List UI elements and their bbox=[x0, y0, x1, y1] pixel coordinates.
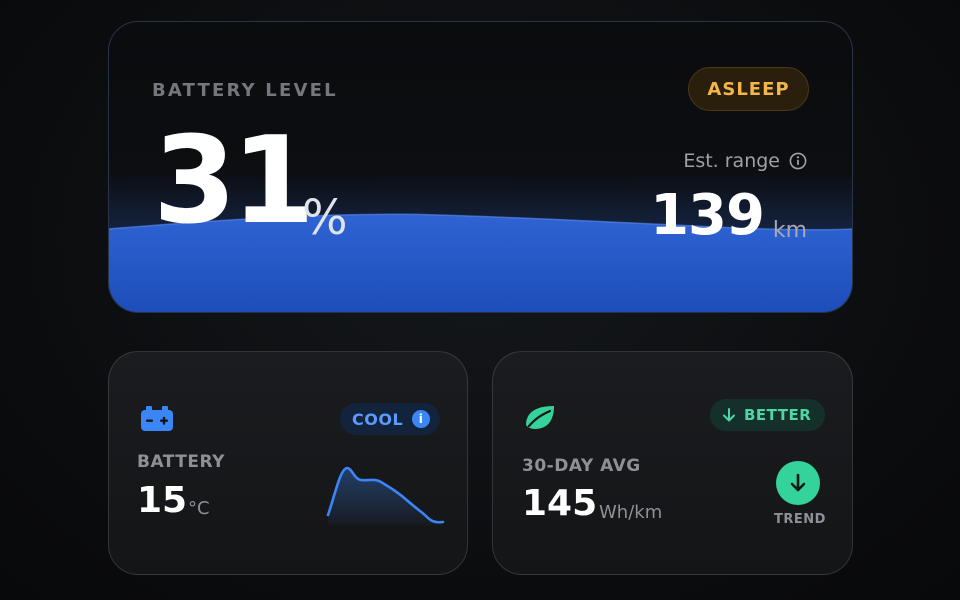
info-icon[interactable]: i bbox=[412, 410, 430, 428]
trend-button[interactable] bbox=[776, 461, 820, 505]
battery-level-label: BATTERY LEVEL bbox=[152, 80, 338, 101]
arrow-down-icon bbox=[723, 408, 735, 422]
battery-temp-unit: °C bbox=[188, 498, 210, 519]
est-range-value: 139 bbox=[650, 183, 765, 248]
efficiency-card: BETTER 30-DAY AVG 145 Wh/km TREND bbox=[492, 351, 853, 575]
status-badge-asleep: ASLEEP bbox=[688, 67, 809, 111]
trend-label: TREND bbox=[774, 512, 826, 527]
battery-temperature-card: COOL i BATTERY 15 °C bbox=[108, 351, 468, 575]
est-range-label: Est. range bbox=[683, 150, 780, 172]
efficiency-unit: Wh/km bbox=[599, 502, 663, 523]
battery-temp-value: 15 bbox=[137, 480, 188, 521]
cool-badge: COOL i bbox=[340, 403, 440, 435]
arrow-down-icon bbox=[790, 473, 806, 492]
battery-percent-symbol: % bbox=[302, 190, 348, 246]
est-range-unit: km bbox=[772, 218, 807, 243]
better-badge-label: BETTER bbox=[744, 406, 812, 424]
battery-temp-label: BATTERY bbox=[137, 452, 225, 472]
temperature-sparkline bbox=[326, 466, 445, 525]
leaf-icon bbox=[526, 406, 554, 429]
better-badge: BETTER bbox=[710, 399, 825, 431]
battery-level-card: BATTERY LEVEL 31 % ASLEEP Est. range 139… bbox=[108, 21, 853, 313]
info-icon[interactable] bbox=[789, 152, 807, 170]
efficiency-value: 145 bbox=[522, 483, 598, 524]
cool-badge-label: COOL bbox=[352, 409, 404, 429]
battery-percent-value: 31 bbox=[153, 112, 315, 251]
battery-icon bbox=[141, 406, 173, 431]
efficiency-label: 30-DAY AVG bbox=[522, 456, 641, 476]
